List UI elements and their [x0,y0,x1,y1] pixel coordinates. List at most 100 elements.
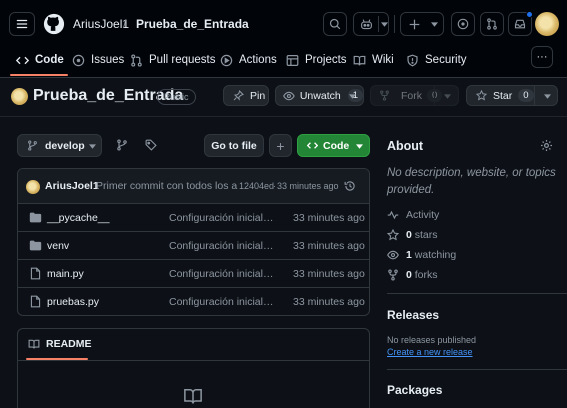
commit-author[interactable]: AriusJoel1 [45,180,99,192]
table-icon [286,54,299,66]
fork-button: Fork 0 [370,85,459,106]
file-commit-message[interactable]: Configuración inicial d... [169,240,274,252]
fork-icon [380,90,389,101]
pin-icon [233,90,244,101]
file-name[interactable]: pruebas.py [47,296,99,308]
fork-split-divider [434,86,435,105]
breadcrumb-owner[interactable]: AriusJoel1 [73,17,129,31]
branch-selector[interactable]: develop [17,134,102,157]
releases-heading[interactable]: Releases [387,308,439,322]
tab-wiki[interactable]: Wiki [353,50,394,70]
notification-dot [526,11,533,18]
file-name[interactable]: main.py [47,268,84,280]
branches-icon[interactable] [116,139,128,151]
github-logo-icon[interactable] [43,13,65,35]
commit-author-avatar[interactable] [26,180,40,194]
go-to-file-label: Go to file [211,139,257,152]
star-icon [476,90,487,101]
repo-head-divider [0,116,567,117]
folder-icon [29,240,42,251]
menu-button[interactable] [9,12,35,36]
tab-label: Pull requests [149,54,216,66]
tag-icon[interactable] [145,139,157,151]
branch-name: develop [45,139,85,152]
search-button[interactable] [323,12,347,36]
forks-label: forks [414,269,438,281]
forks-link[interactable]: 0 forks [387,269,438,281]
inbox-button[interactable] [508,11,533,36]
file-commit-message[interactable]: Configuración inicial d... [169,212,274,224]
more-tabs-button[interactable]: ··· [531,46,553,68]
more-label: ··· [536,51,548,63]
table-row[interactable]: __pycache__ Configuración inicial d... 3… [18,204,369,232]
tab-issues[interactable]: Issues [72,50,124,70]
readme-tab[interactable]: README [28,338,92,350]
tab-code[interactable]: Code [16,50,64,70]
breadcrumb-repo[interactable]: Prueba_de_Entrada [136,17,249,31]
pull-request-icon [487,18,497,30]
chevron-down-icon [356,144,363,149]
file-commit-message[interactable]: Configuración inicial d... [169,296,274,308]
pull-requests-header-button[interactable] [480,12,504,36]
add-file-button[interactable]: + [269,134,292,157]
copilot-button[interactable] [353,12,389,36]
file-commit-time: 33 minutes ago [293,296,365,308]
packages-heading[interactable]: Packages [387,383,442,397]
chevron-down-icon [544,94,551,99]
avatar[interactable] [535,12,559,36]
create-new-button[interactable] [400,12,444,36]
tab-pull-requests[interactable]: Pull requests [130,50,215,70]
table-row[interactable]: main.py Configuración inicial d... 33 mi… [18,260,369,288]
table-row[interactable]: venv Configuración inicial d... 33 minut… [18,232,369,260]
unwatch-button[interactable]: Unwatch 1 [275,85,364,106]
file-name[interactable]: __pycache__ [47,212,109,224]
file-name[interactable]: venv [47,240,69,252]
go-to-file-button[interactable]: Go to file [204,134,264,157]
header-divider [394,15,395,33]
tab-actions[interactable]: Actions [220,50,277,70]
add-file-label: + [276,137,285,154]
star-count: 0 [518,89,534,102]
code-dropdown-button[interactable]: Code [297,134,370,157]
file-icon [30,267,41,280]
watching-label: watching [414,249,457,261]
readme-panel: README [17,328,370,408]
table-row[interactable]: pruebas.py Configuración inicial d... 33… [18,288,369,315]
eye-icon [387,250,399,260]
about-description: No description, website, or topics provi… [387,167,556,196]
activity-label: Activity [406,209,440,221]
sidebar-divider [387,369,567,370]
commit-hash[interactable]: 12404ed [239,181,274,191]
branch-icon [28,140,37,151]
star-button[interactable]: Star 0 [466,85,558,106]
chevron-down-icon [349,94,356,99]
folder-icon [29,212,42,223]
book-icon [353,55,366,65]
create-release-link[interactable]: Create a new release [387,347,473,357]
copilot-icon [361,18,372,29]
repo-avatar [11,88,28,105]
book-icon [184,389,202,404]
no-releases-text: No releases published [387,335,477,345]
history-icon[interactable] [344,180,356,192]
code-icon [307,142,318,149]
tab-label: Code [35,54,64,66]
activity-link[interactable]: Activity [387,209,439,221]
watching-count: 1 [406,249,412,261]
search-icon [329,18,341,30]
hamburger-icon [16,19,28,29]
issues-header-button[interactable] [451,12,475,36]
fork-icon [388,269,398,281]
unwatch-label: Unwatch [299,89,341,102]
star-split-divider [534,86,535,105]
tab-security[interactable]: Security [406,50,467,70]
forks-count: 0 [406,269,412,281]
pin-button[interactable]: Pin [223,85,269,106]
tab-projects[interactable]: Projects [286,50,347,70]
gear-icon[interactable] [540,139,553,152]
watching-link[interactable]: 1 watching [387,249,456,261]
commit-message[interactable]: Primer commit con todos los a... [96,180,238,192]
star-icon [387,229,399,241]
stars-link[interactable]: 0 stars [387,229,438,241]
file-commit-message[interactable]: Configuración inicial d... [169,268,274,280]
